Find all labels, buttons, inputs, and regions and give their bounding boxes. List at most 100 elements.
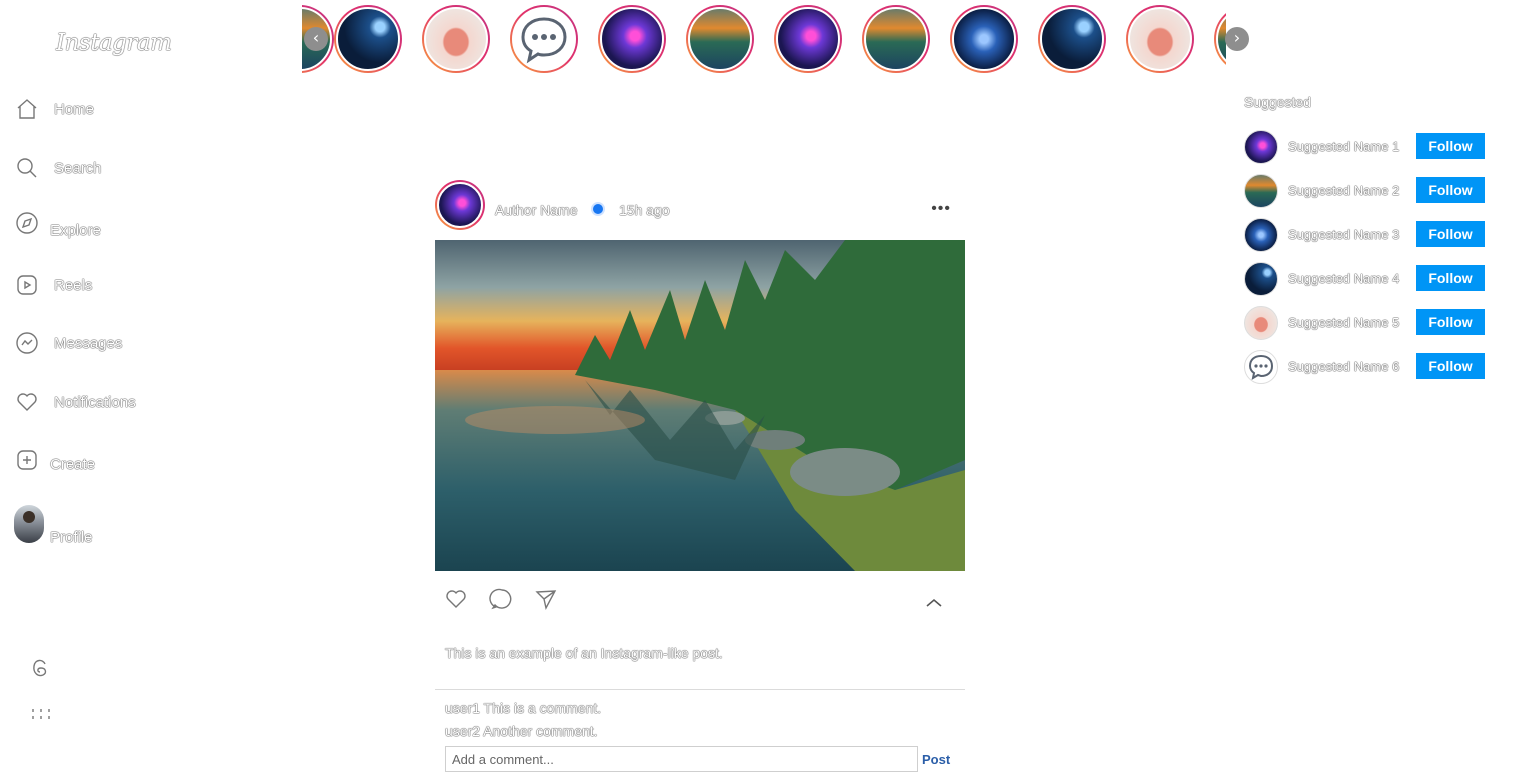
- instagram-logo[interactable]: Instagram: [56, 30, 172, 56]
- sidebar-item-messages[interactable]: Messages: [14, 328, 122, 358]
- suggested-name[interactable]: Suggested Name 4: [1288, 271, 1399, 286]
- suggested-user-row: Suggested Name 4 Follow: [1244, 262, 1494, 296]
- story-thumbnail: [776, 7, 840, 71]
- story-item[interactable]: [334, 5, 402, 73]
- suggested-name[interactable]: Suggested Name 3: [1288, 227, 1399, 242]
- story-thumbnail: [864, 7, 928, 71]
- sidebar-item-notifications[interactable]: Notifications: [14, 387, 136, 417]
- follow-button[interactable]: Follow: [1416, 133, 1485, 159]
- follow-button[interactable]: Follow: [1416, 265, 1485, 291]
- verified-badge-icon: [591, 202, 605, 216]
- messenger-icon: [14, 330, 40, 356]
- more-icon[interactable]: [30, 705, 52, 727]
- sidebar-item-label: Home: [54, 100, 95, 118]
- author-avatar[interactable]: [435, 180, 485, 230]
- post-caption: This is an example of an Instagram-like …: [445, 645, 723, 661]
- suggested-title: Suggested: [1244, 94, 1311, 110]
- threads-icon[interactable]: [26, 654, 54, 682]
- divider: [435, 689, 965, 690]
- bookmark-icon[interactable]: [921, 586, 947, 612]
- story-item[interactable]: [686, 5, 754, 73]
- sidebar-item-create[interactable]: Create: [14, 445, 95, 475]
- like-heart-icon[interactable]: [443, 586, 469, 612]
- story-thumbnail: [1040, 7, 1104, 71]
- suggested-name[interactable]: Suggested Name 6: [1288, 359, 1399, 374]
- story-thumbnail: [688, 7, 752, 71]
- left-sidebar: Instagram Home Search Explore Reels Mess…: [0, 0, 300, 778]
- suggested-user-row: Suggested Name 1 Follow: [1244, 130, 1494, 164]
- chat-bubble-icon: [521, 17, 567, 64]
- post-image[interactable]: [435, 240, 965, 571]
- post-time: 15h ago: [619, 202, 670, 218]
- suggested-avatar[interactable]: [1244, 130, 1278, 164]
- suggested-avatar[interactable]: [1244, 218, 1278, 252]
- story-item[interactable]: [422, 5, 490, 73]
- story-thumbnail: [336, 7, 400, 71]
- sidebar-item-reels[interactable]: Reels: [14, 270, 92, 300]
- sidebar-item-home[interactable]: Home: [14, 94, 94, 124]
- story-item[interactable]: [1038, 5, 1106, 73]
- suggested-user-row: Suggested Name 3 Follow: [1244, 218, 1494, 252]
- suggested-user-row: Suggested Name 6 Follow: [1244, 350, 1494, 384]
- follow-button[interactable]: Follow: [1416, 221, 1485, 247]
- story-item[interactable]: [774, 5, 842, 73]
- landscape-illustration: [435, 240, 965, 571]
- suggested-name[interactable]: Suggested Name 5: [1288, 315, 1399, 330]
- story-item[interactable]: [950, 5, 1018, 73]
- chat-bubble-icon: [1248, 354, 1274, 381]
- comment-icon[interactable]: [489, 586, 515, 612]
- story-item[interactable]: [598, 5, 666, 73]
- comment-user[interactable]: user2: [445, 723, 480, 739]
- reels-icon: [14, 272, 40, 298]
- sidebar-item-label: Explore: [50, 221, 101, 239]
- post-header: Author Name 15h ago •••: [435, 180, 965, 232]
- sidebar-item-profile[interactable]: Profile: [14, 504, 93, 546]
- suggested-user-row: Suggested Name 5 Follow: [1244, 306, 1494, 340]
- sidebar-item-search[interactable]: Search: [14, 153, 102, 183]
- compass-icon: [14, 210, 40, 236]
- story-thumbnail: [952, 7, 1016, 71]
- comment-item: user2 Another comment.: [445, 723, 598, 739]
- story-thumbnail: [1128, 7, 1192, 71]
- sidebar-item-explore[interactable]: Explore: [14, 208, 101, 239]
- story-thumbnail: [512, 7, 576, 71]
- search-icon: [14, 155, 40, 181]
- story-thumbnail: [600, 7, 664, 71]
- comment-item: user1 This is a comment.: [445, 700, 601, 716]
- stories-bar: ‹: [302, 0, 1226, 78]
- sidebar-item-label: Messages: [54, 334, 123, 352]
- story-item[interactable]: [1126, 5, 1194, 73]
- suggested-avatar[interactable]: [1244, 174, 1278, 208]
- story-item[interactable]: [862, 5, 930, 73]
- follow-button[interactable]: Follow: [1416, 177, 1485, 203]
- comment-input[interactable]: [445, 746, 918, 772]
- author-name[interactable]: Author Name: [495, 202, 577, 218]
- heart-icon: [14, 389, 40, 415]
- sidebar-item-label: Profile: [50, 528, 93, 546]
- suggested-avatar[interactable]: [1244, 262, 1278, 296]
- sidebar-item-label: Search: [54, 159, 102, 177]
- sidebar-item-label: Create: [50, 455, 96, 473]
- follow-button[interactable]: Follow: [1416, 353, 1485, 379]
- suggested-avatar[interactable]: [1244, 350, 1278, 384]
- stories-prev-button[interactable]: ‹: [304, 27, 328, 51]
- sidebar-item-label: Reels: [54, 276, 93, 294]
- sidebar-item-label: Notifications: [54, 393, 136, 411]
- share-send-icon[interactable]: [533, 586, 559, 612]
- suggested-panel: Suggested Suggested Name 1 Follow Sugges…: [1244, 94, 1494, 384]
- suggested-name[interactable]: Suggested Name 1: [1288, 139, 1399, 154]
- suggested-name[interactable]: Suggested Name 2: [1288, 183, 1399, 198]
- stories-next-button[interactable]: ›: [1225, 27, 1249, 51]
- comment-text: Another comment.: [483, 723, 598, 739]
- follow-button[interactable]: Follow: [1416, 309, 1485, 335]
- more-options-icon[interactable]: •••: [931, 200, 951, 218]
- post-card: Author Name 15h ago ••• This is an examp…: [435, 180, 965, 772]
- comment-user[interactable]: user1: [445, 700, 480, 716]
- post-actions: [435, 584, 965, 614]
- post-comment-button[interactable]: Post: [922, 752, 950, 767]
- suggested-user-row: Suggested Name 2 Follow: [1244, 174, 1494, 208]
- suggested-avatar[interactable]: [1244, 306, 1278, 340]
- story-item[interactable]: [510, 5, 578, 73]
- home-icon: [14, 96, 40, 122]
- story-thumbnail: [424, 7, 488, 71]
